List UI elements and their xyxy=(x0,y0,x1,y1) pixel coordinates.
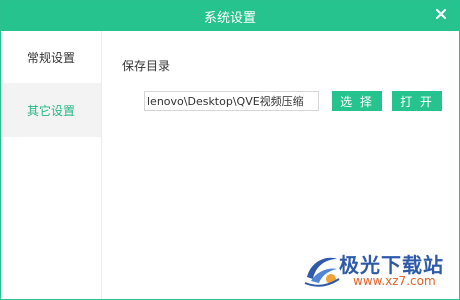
settings-window: 系统设置 常规设置 其它设置 保存目录 选 择 打 开 极光下载站 www.xz… xyxy=(0,0,460,300)
select-button[interactable]: 选 择 xyxy=(332,91,382,111)
title-bar: 系统设置 xyxy=(1,1,459,31)
sidebar-item-other[interactable]: 其它设置 xyxy=(1,83,101,137)
window-title: 系统设置 xyxy=(203,10,256,26)
close-button[interactable] xyxy=(432,5,450,23)
save-directory-label: 保存目录 xyxy=(122,59,171,73)
sidebar-item-general[interactable]: 常规设置 xyxy=(1,31,101,83)
save-directory-input[interactable] xyxy=(144,91,319,111)
sidebar-item-label: 常规设置 xyxy=(26,50,75,65)
watermark-url: www.xz7.com xyxy=(353,274,436,288)
sidebar-item-label: 其它设置 xyxy=(26,103,75,118)
sidebar: 常规设置 其它设置 xyxy=(1,31,102,299)
open-button[interactable]: 打 开 xyxy=(392,91,442,111)
aurora-logo-icon xyxy=(304,257,340,287)
watermark: 极光下载站 www.xz7.com xyxy=(301,245,449,293)
close-icon xyxy=(436,9,446,19)
